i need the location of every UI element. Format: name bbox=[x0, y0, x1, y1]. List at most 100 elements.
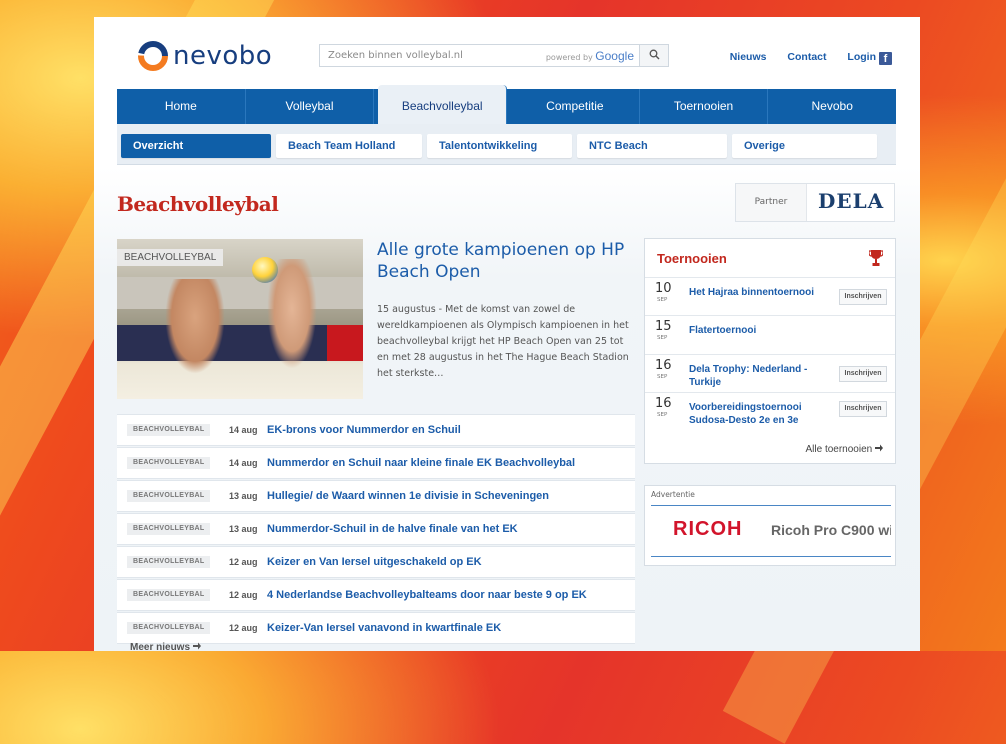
tournament-month: SEP bbox=[657, 374, 668, 380]
arrow-right-icon bbox=[875, 444, 883, 452]
dela-logo: DELA bbox=[818, 189, 885, 213]
register-button[interactable]: Inschrijven bbox=[839, 289, 887, 305]
search-icon bbox=[649, 49, 659, 60]
page-container: nevobo powered by Google Nieuws Contact … bbox=[94, 17, 920, 653]
news-title[interactable]: Nummerdor-Schuil in de halve finale van … bbox=[267, 514, 518, 544]
subtab-overige[interactable]: Overige bbox=[732, 134, 877, 158]
facebook-icon[interactable]: f bbox=[879, 52, 892, 65]
more-news-label: Meer nieuws bbox=[130, 642, 191, 653]
register-button[interactable]: Inschrijven bbox=[839, 366, 887, 382]
news-title[interactable]: EK-brons voor Nummerdor en Schuil bbox=[267, 415, 461, 445]
login-link[interactable]: Login bbox=[847, 51, 876, 63]
contact-link[interactable]: Contact bbox=[787, 51, 826, 63]
news-date: 12 aug bbox=[229, 557, 258, 567]
tournament-row[interactable]: 15 SEP Flatertoernooi bbox=[645, 315, 895, 353]
tournament-day: 10 bbox=[655, 281, 672, 296]
tab-toernooien[interactable]: Toernooien bbox=[640, 89, 769, 124]
image-banner-red bbox=[327, 325, 363, 361]
tournament-name[interactable]: Flatertoernooi bbox=[689, 324, 814, 337]
partner-box[interactable]: Partner DELA bbox=[735, 183, 895, 222]
tab-beachvolleybal[interactable]: Beachvolleybal bbox=[378, 85, 508, 124]
sub-nav: Overzicht Beach Team Holland Talentontwi… bbox=[117, 124, 896, 165]
tournament-month: SEP bbox=[657, 335, 668, 341]
ad-label: Advertentie bbox=[651, 490, 695, 499]
tournament-day: 16 bbox=[655, 396, 672, 411]
ricoh-logo: RICOH bbox=[673, 518, 743, 540]
news-item[interactable]: BEACHVOLLEYBAL 14 aug EK-brons voor Nummer… bbox=[117, 414, 635, 446]
tournament-month: SEP bbox=[657, 297, 668, 303]
nevobo-logo-icon bbox=[138, 41, 168, 71]
news-title[interactable]: Hullegie/ de Waard winnen 1e divisie in … bbox=[267, 481, 549, 511]
feature-title[interactable]: Alle grote kampioenen op HP Beach Open bbox=[377, 239, 627, 283]
ad-text: Ricoh Pro C900 wi bbox=[771, 522, 891, 538]
search-input[interactable] bbox=[320, 45, 571, 66]
all-tournaments-label: Alle toernooien bbox=[805, 444, 873, 455]
google-label: Google bbox=[595, 49, 634, 63]
news-item[interactable]: BEACHVOLLEYBAL 13 aug Nummerdor-Schuil in … bbox=[117, 513, 635, 545]
feature-image[interactable]: BEACHVOLLEYBAL bbox=[117, 239, 363, 399]
tournament-day: 16 bbox=[655, 358, 672, 373]
register-button[interactable]: Inschrijven bbox=[839, 401, 887, 417]
feature-body: 15 augustus - Met de komst van zowel de … bbox=[377, 304, 629, 379]
news-date: 12 aug bbox=[229, 623, 258, 633]
subtab-overzicht[interactable]: Overzicht bbox=[121, 134, 271, 158]
nevobo-logo[interactable]: nevobo bbox=[138, 39, 288, 75]
news-tag: BEACHVOLLEYBAL bbox=[127, 556, 211, 568]
tournament-name[interactable]: Dela Trophy: Nederland - Turkije bbox=[689, 363, 814, 389]
tournament-month: SEP bbox=[657, 412, 668, 418]
top-links: Nieuws Contact Login f bbox=[712, 51, 892, 65]
news-tag: BEACHVOLLEYBAL bbox=[127, 457, 211, 469]
news-date: 12 aug bbox=[229, 590, 258, 600]
news-item[interactable]: BEACHVOLLEYBAL 14 aug Nummerdor en Schuil … bbox=[117, 447, 635, 479]
news-link[interactable]: Nieuws bbox=[730, 51, 767, 63]
tournament-row[interactable]: 16 SEP Dela Trophy: Nederland - Turkije … bbox=[645, 354, 895, 392]
subtab-ntc-beach[interactable]: NTC Beach bbox=[577, 134, 727, 158]
tab-nevobo[interactable]: Nevobo bbox=[768, 89, 896, 124]
trophy-icon bbox=[869, 250, 883, 266]
advertisement: Advertentie RICOH Ricoh Pro C900 wi bbox=[644, 485, 896, 566]
news-list: BEACHVOLLEYBAL 14 aug EK-brons voor Nummer… bbox=[117, 414, 635, 645]
tab-competitie[interactable]: Competitie bbox=[511, 89, 640, 124]
image-banner-band bbox=[117, 277, 363, 309]
news-date: 13 aug bbox=[229, 524, 258, 534]
main-nav: Home Volleybal Beachvolleybal Competitie… bbox=[117, 85, 896, 124]
news-item[interactable]: BEACHVOLLEYBAL 12 aug Keizer en Van Iersel… bbox=[117, 546, 635, 578]
news-item[interactable]: BEACHVOLLEYBAL 12 aug 4 Nederlandse Beachv… bbox=[117, 579, 635, 611]
subtab-talentontwikkeling[interactable]: Talentontwikkeling bbox=[427, 134, 572, 158]
news-tag: BEACHVOLLEYBAL bbox=[127, 589, 211, 601]
news-title[interactable]: Keizer-Van Iersel vanavond in kwartfinal… bbox=[267, 613, 501, 643]
search-button[interactable] bbox=[639, 45, 668, 66]
tournament-name[interactable]: Voorbereidingstoernooi Sudosa-Desto 2e e… bbox=[689, 401, 814, 427]
page-title: Beachvolleybal bbox=[117, 192, 279, 216]
tournament-row[interactable]: 16 SEP Voorbereidingstoernooi Sudosa-Des… bbox=[645, 392, 895, 431]
news-item[interactable]: BEACHVOLLEYBAL 12 aug Keizer-Van Iersel va… bbox=[117, 612, 635, 644]
news-date: 14 aug bbox=[229, 425, 258, 435]
volleyball-graphic bbox=[252, 257, 278, 283]
news-item[interactable]: BEACHVOLLEYBAL 13 aug Hullegie/ de Waard w… bbox=[117, 480, 635, 512]
feature-tag: BEACHVOLLEYBAL bbox=[117, 249, 224, 266]
news-tag: BEACHVOLLEYBAL bbox=[127, 424, 211, 436]
powered-by-label: powered by bbox=[545, 53, 593, 62]
logo-text: nevobo bbox=[173, 41, 273, 71]
news-date: 13 aug bbox=[229, 491, 258, 501]
tournament-row[interactable]: 10 SEP Het Hajraa binnentoernooi Inschri… bbox=[645, 277, 895, 315]
news-tag: BEACHVOLLEYBAL bbox=[127, 523, 211, 535]
news-title[interactable]: Keizer en Van Iersel uitgeschakeld op EK bbox=[267, 547, 482, 577]
news-title[interactable]: Nummerdor en Schuil naar kleine finale E… bbox=[267, 448, 575, 478]
tab-home[interactable]: Home bbox=[117, 89, 246, 124]
tournaments-title: Toernooien bbox=[657, 251, 727, 266]
ad-banner[interactable]: RICOH Ricoh Pro C900 wi bbox=[651, 505, 891, 557]
powered-by: powered by Google bbox=[546, 49, 634, 63]
news-title[interactable]: 4 Nederlandse Beachvolleybalteams door n… bbox=[267, 580, 587, 610]
news-date: 14 aug bbox=[229, 458, 258, 468]
subtab-beach-team-holland[interactable]: Beach Team Holland bbox=[276, 134, 422, 158]
tournament-day: 15 bbox=[655, 319, 672, 334]
all-tournaments-link[interactable]: Alle toernooien bbox=[805, 444, 883, 455]
more-news-link[interactable]: Meer nieuws bbox=[130, 642, 201, 653]
image-player bbox=[165, 279, 225, 374]
tournament-name[interactable]: Het Hajraa binnentoernooi bbox=[689, 286, 814, 299]
partner-label: Partner bbox=[736, 184, 807, 221]
arrow-right-icon bbox=[192, 642, 201, 650]
tournaments-panel: Toernooien 10 SEP Het Hajraa binnentoern… bbox=[644, 238, 896, 464]
tab-volleybal[interactable]: Volleybal bbox=[246, 89, 375, 124]
